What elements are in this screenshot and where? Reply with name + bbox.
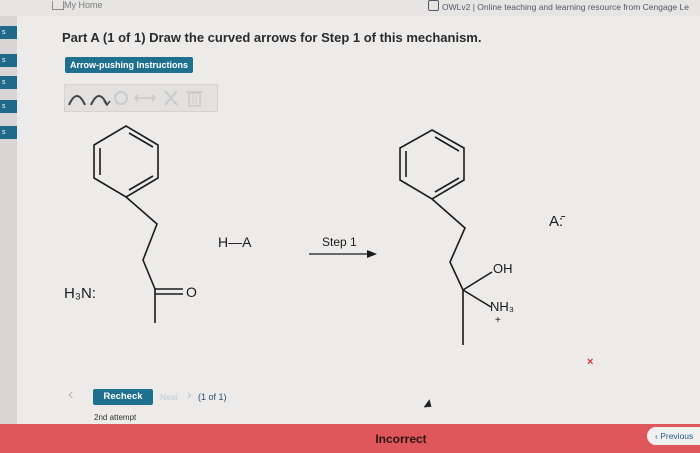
status-incorrect: Incorrect	[375, 432, 427, 446]
recheck-button[interactable]: Recheck	[93, 389, 153, 405]
conjugate-base-label: A:̄	[549, 213, 565, 230]
ammonia-label: H₃N:	[64, 285, 96, 302]
reaction-arrow	[309, 250, 377, 258]
mechanism-canvas[interactable]: O H₃N: H—A Step 1 OH NH₃ + A:̄	[0, 0, 700, 453]
step-label: Step 1	[322, 235, 357, 249]
carbonyl-oxygen-label: O	[186, 284, 197, 300]
right-molecule-structure	[399, 129, 493, 345]
positive-charge-label: +	[495, 315, 501, 326]
acid-label: H—A	[218, 234, 252, 250]
attempt-label: 2nd attempt	[94, 413, 137, 422]
hydroxyl-label: OH	[493, 261, 513, 276]
back-chevron-icon[interactable]: ‹	[68, 386, 73, 404]
page-count: (1 of 1)	[198, 392, 227, 402]
next-button[interactable]: Next	[160, 392, 177, 402]
left-molecule-structure	[93, 125, 183, 323]
ammonium-label: NH₃	[490, 299, 514, 314]
incorrect-x-icon: ×	[587, 356, 594, 368]
next-chevron-icon[interactable]: ›	[187, 386, 192, 402]
previous-label: Previous	[660, 431, 694, 441]
previous-button[interactable]: ‹ Previous	[647, 427, 700, 445]
feedback-bar: Incorrect	[0, 424, 700, 453]
